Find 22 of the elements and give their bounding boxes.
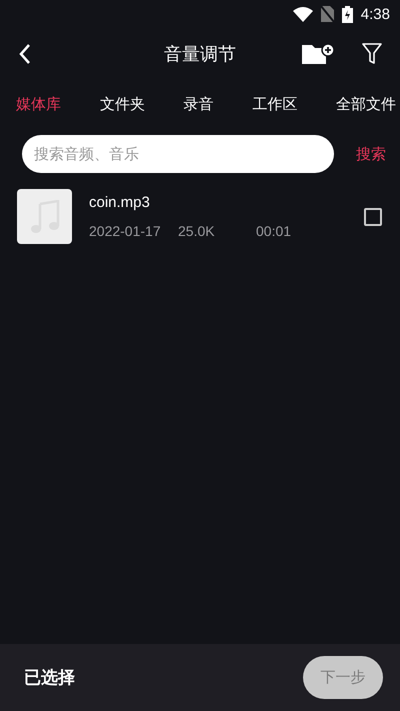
- selected-label: 已选择: [24, 667, 75, 689]
- folder-add-icon[interactable]: [302, 42, 334, 66]
- file-size: 25.0K: [178, 223, 216, 239]
- tab[interactable]: 工作区: [252, 94, 298, 114]
- music-note-icon: [17, 189, 72, 244]
- file-date: 2022-01-17: [89, 223, 162, 239]
- file-name: coin.mp3: [89, 194, 151, 211]
- page-title: 音量调节: [164, 44, 236, 65]
- battery-icon: [342, 6, 353, 22]
- file-duration: 00:01: [256, 223, 292, 239]
- tab[interactable]: 全部文件: [336, 94, 396, 114]
- filter-icon[interactable]: [362, 43, 382, 65]
- search-field[interactable]: 搜索音频、音乐: [22, 135, 334, 173]
- checkbox[interactable]: [364, 208, 382, 226]
- no-sim-icon: [320, 6, 334, 22]
- tab[interactable]: 文件夹: [100, 94, 145, 114]
- status-time: 4:38: [360, 6, 390, 22]
- back-icon[interactable]: [18, 43, 32, 65]
- tab[interactable]: 媒体库: [16, 94, 61, 114]
- tab[interactable]: 录音: [184, 94, 214, 114]
- search-button[interactable]: 搜索: [356, 144, 386, 164]
- wifi-icon: [292, 6, 313, 22]
